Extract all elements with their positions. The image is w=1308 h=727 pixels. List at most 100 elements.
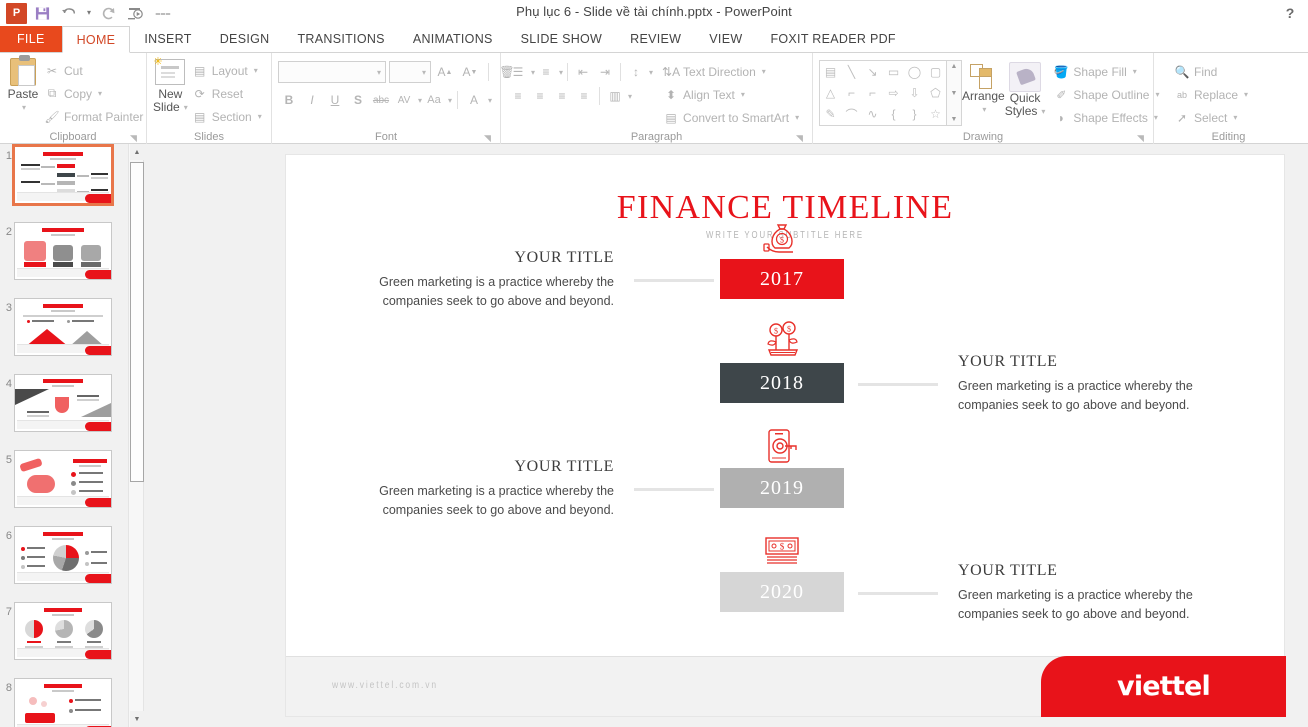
align-left-icon[interactable]: ≡ (507, 85, 529, 107)
tab-transitions[interactable]: TRANSITIONS (283, 26, 398, 52)
align-text-button[interactable]: ⬍ Align Text ▾ (659, 83, 803, 106)
increase-font-size-icon[interactable]: A ▲ (434, 61, 456, 83)
help-icon[interactable]: ? (1280, 3, 1300, 23)
decrease-font-size-icon[interactable]: A ▼ (459, 61, 481, 83)
convert-to-smartart-button[interactable]: ▤ Convert to SmartArt ▾ (659, 106, 803, 129)
slide-thumbnail-7[interactable]: 7 (0, 600, 128, 676)
tab-file[interactable]: FILE (0, 26, 62, 52)
character-spacing-button[interactable]: AV (393, 89, 415, 111)
shapes-more-icon[interactable]: ▼ (951, 116, 958, 123)
copy-dropdown-icon[interactable]: ▾ (98, 89, 102, 98)
paste-dropdown-icon[interactable]: ▾ (22, 101, 26, 114)
shape-pentagon-icon[interactable]: ⬠ (930, 86, 940, 100)
shape-arc-icon[interactable]: ∿ (867, 107, 877, 121)
arrange-dropdown-icon[interactable]: ▾ (982, 103, 986, 116)
bullets-icon[interactable]: ☰ (507, 61, 529, 83)
slide-thumbnail-panel[interactable]: 1 2 3 4 5 6 7 8 (0, 144, 128, 727)
smartart-dropdown-icon[interactable]: ▾ (795, 113, 799, 122)
shapes-scroll-down-icon[interactable]: ▼ (951, 90, 958, 97)
align-text-dropdown-icon[interactable]: ▾ (741, 90, 745, 99)
replace-button[interactable]: ab Replace ▾ (1170, 83, 1252, 106)
shape-rounded-rectangle-icon[interactable]: ▢ (930, 65, 941, 79)
shape-right-arrow-icon[interactable]: ⇨ (888, 86, 898, 100)
scrollbar-thumb[interactable] (130, 162, 144, 482)
shape-triangle-icon[interactable]: △ (826, 86, 835, 100)
new-slide-button[interactable]: ✳ New Slide ▾ (153, 56, 188, 114)
text-direction-dropdown-icon[interactable]: ▾ (762, 67, 766, 76)
slide-thumbnail-3[interactable]: 3 (0, 296, 128, 372)
numbering-dropdown-icon[interactable]: ▾ (559, 68, 563, 77)
quick-styles-button[interactable]: Quick Styles ▾ (1005, 60, 1045, 118)
shape-down-arrow-icon[interactable]: ⇩ (909, 86, 919, 100)
timeline-text-2018[interactable]: YOUR TITLE Green marketing is a practice… (958, 353, 1198, 415)
font-size-input[interactable]: ▾ (389, 61, 431, 83)
columns-dropdown-icon[interactable]: ▾ (628, 92, 632, 101)
font-color-button[interactable]: A (463, 89, 485, 111)
shape-rectangle-icon[interactable]: ▭ (888, 65, 899, 79)
slide-thumbnail-6[interactable]: 6 (0, 524, 128, 600)
timeline-year-2018[interactable]: 2018 (720, 363, 844, 403)
timeline-text-2020[interactable]: YOUR TITLE Green marketing is a practice… (958, 562, 1198, 624)
shape-outline-button[interactable]: ✐ Shape Outline ▾ (1049, 83, 1163, 106)
change-case-dropdown-icon[interactable]: ▾ (448, 96, 452, 105)
tab-slide-show[interactable]: SLIDE SHOW (507, 26, 617, 52)
tab-review[interactable]: REVIEW (616, 26, 695, 52)
character-spacing-dropdown-icon[interactable]: ▾ (418, 96, 422, 105)
italic-button[interactable]: I (301, 89, 323, 111)
align-right-icon[interactable]: ≡ (551, 85, 573, 107)
font-dialog-launcher-icon[interactable]: ◥ (483, 134, 492, 143)
cut-button[interactable]: ✂ Cut (40, 59, 147, 82)
timeline-year-2017[interactable]: 2017 (720, 259, 844, 299)
tab-view[interactable]: VIEW (695, 26, 756, 52)
tab-design[interactable]: DESIGN (206, 26, 284, 52)
replace-dropdown-icon[interactable]: ▾ (1244, 90, 1248, 99)
slide-thumbnail-8[interactable]: 8 (0, 676, 128, 727)
scroll-down-icon[interactable]: ▼ (130, 711, 144, 727)
find-button[interactable]: 🔍 Find (1170, 60, 1252, 83)
slide-thumbnail-5[interactable]: 5 (0, 448, 128, 524)
slide-editor[interactable]: FINANCE TIMELINE WRITE YOUR SUBTITLE HER… (285, 154, 1286, 717)
shape-left-brace-icon[interactable]: { (891, 107, 895, 121)
format-painter-button[interactable]: 🖌 Format Painter (40, 105, 147, 128)
bold-button[interactable]: B (278, 89, 300, 111)
timeline-year-2020[interactable]: 2020 (720, 572, 844, 612)
timeline-text-2017[interactable]: YOUR TITLE Green marketing is a practice… (374, 249, 614, 311)
tab-foxit-reader-pdf[interactable]: FOXIT READER PDF (756, 26, 909, 52)
strikethrough-button[interactable]: abc (370, 89, 392, 111)
drawing-dialog-launcher-icon[interactable]: ◥ (1136, 134, 1145, 143)
arrange-button[interactable]: Arrange ▾ (962, 60, 1005, 116)
shape-right-brace-icon[interactable]: } (912, 107, 916, 121)
underline-button[interactable]: U (324, 89, 346, 111)
shape-fill-dropdown-icon[interactable]: ▾ (1133, 67, 1137, 76)
tab-insert[interactable]: INSERT (130, 26, 205, 52)
shapes-gallery[interactable]: ▤ ╲ ↘ ▭ ◯ ▢ △ ⌐ ⌐ ⇨ ⇩ ⬠ ✎ ⌒ ∿ {} ☆ ▲ ▼ … (819, 60, 962, 126)
decrease-indent-icon[interactable]: ⇤ (572, 61, 594, 83)
section-dropdown-icon[interactable]: ▾ (258, 112, 262, 121)
shape-elbow-connector-icon[interactable]: ⌐ (848, 86, 855, 100)
shape-arrow-icon[interactable]: ↘ (867, 65, 877, 79)
scroll-up-icon[interactable]: ▲ (130, 144, 144, 160)
paragraph-dialog-launcher-icon[interactable]: ◥ (795, 134, 804, 143)
slide-thumbnail-1[interactable]: 1 (0, 144, 128, 220)
slide-thumbnail-2[interactable]: 2 (0, 220, 128, 296)
shape-fill-button[interactable]: 🪣 Shape Fill ▾ (1049, 60, 1163, 83)
select-dropdown-icon[interactable]: ▾ (1233, 113, 1237, 122)
shape-line-icon[interactable]: ╲ (848, 65, 855, 79)
shape-oval-icon[interactable]: ◯ (908, 65, 921, 79)
layout-dropdown-icon[interactable]: ▾ (254, 66, 258, 75)
slide-thumbnail-4[interactable]: 4 (0, 372, 128, 448)
font-color-dropdown-icon[interactable]: ▾ (488, 96, 492, 105)
tab-home[interactable]: HOME (61, 26, 131, 53)
paste-button[interactable]: Paste ▾ (6, 55, 40, 114)
copy-button[interactable]: ⧉ Copy ▾ (40, 82, 147, 105)
shape-elbow-arrow-icon[interactable]: ⌐ (869, 86, 876, 100)
shape-effects-button[interactable]: ◗ Shape Effects ▾ (1049, 106, 1163, 129)
reset-button[interactable]: ⟳ Reset (188, 82, 266, 105)
shape-curve-icon[interactable]: ⌒ (845, 106, 857, 123)
timeline-text-2019[interactable]: YOUR TITLE Green marketing is a practice… (374, 458, 614, 520)
timeline-year-2019[interactable]: 2019 (720, 468, 844, 508)
shapes-scroll-up-icon[interactable]: ▲ (951, 63, 958, 70)
change-case-button[interactable]: Aa (423, 89, 445, 111)
shape-textbox-icon[interactable]: ▤ (825, 65, 836, 79)
text-shadow-button[interactable]: S (347, 89, 369, 111)
